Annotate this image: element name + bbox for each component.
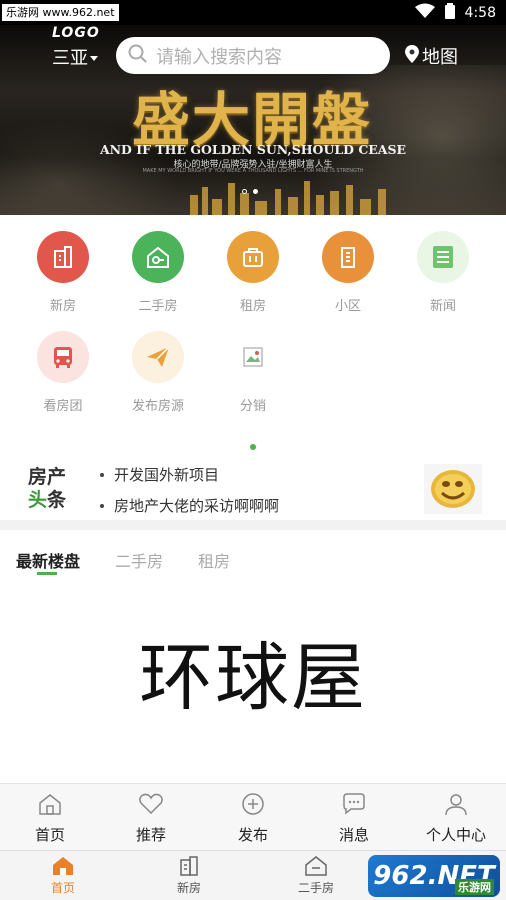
city-label: 三亚 bbox=[52, 48, 88, 69]
search-placeholder: 请输入搜索内容 bbox=[156, 46, 282, 68]
tab-home[interactable]: 首页 bbox=[3, 856, 123, 896]
menu-label: 租房 bbox=[239, 299, 266, 314]
search-icon bbox=[128, 44, 148, 68]
map-button[interactable]: 地图 bbox=[405, 43, 458, 69]
menu-item-distribution[interactable]: 分销 bbox=[213, 331, 293, 414]
rent-icon bbox=[227, 231, 279, 283]
menu-label: 小区 bbox=[334, 299, 361, 314]
menu-item-news[interactable]: 新闻 bbox=[403, 231, 483, 314]
carousel-indicator[interactable] bbox=[242, 189, 258, 194]
nav-label: 个人中心 bbox=[425, 826, 486, 844]
news-thumbnail[interactable] bbox=[424, 464, 482, 514]
caret-down-icon bbox=[90, 56, 98, 61]
status-bar: 乐游网 www.962.net 4:58 bbox=[0, 0, 506, 25]
nav-label: 推荐 bbox=[135, 826, 166, 844]
nav-profile[interactable]: 个人中心 bbox=[406, 792, 506, 845]
menu-page-indicator bbox=[250, 444, 256, 450]
nav-publish[interactable]: 发布 bbox=[203, 792, 303, 845]
search-bar[interactable]: 请输入搜索内容 bbox=[116, 37, 390, 74]
nav-messages[interactable]: 消息 bbox=[304, 792, 404, 845]
map-label: 地图 bbox=[422, 47, 458, 68]
tab-rent[interactable]: 租房 bbox=[198, 548, 230, 572]
banner-tagline-small: MAKE MY WORLD BRIGHT IF YOU WERE A THOUS… bbox=[142, 168, 364, 174]
menu-label: 看房团 bbox=[43, 399, 83, 414]
home-filled-icon bbox=[53, 857, 73, 875]
news-item[interactable]: 开发国外新项目 bbox=[100, 464, 219, 485]
menu-label: 发布房源 bbox=[131, 399, 184, 414]
news-logo-line1: 房产 bbox=[28, 466, 67, 488]
battery-icon bbox=[444, 2, 455, 23]
status-icons: 4:58 bbox=[414, 0, 496, 25]
paper-plane-icon bbox=[132, 331, 184, 383]
bottom-navigation: 首页 推荐 发布 消息 个人中心 bbox=[0, 783, 506, 850]
news-ticker[interactable]: 房产 头条 开发国外新项目 房地产大佬的采访啊啊啊 bbox=[0, 460, 506, 520]
news-item-text: 开发国外新项目 bbox=[114, 466, 220, 484]
news-logo: 房产 头条 bbox=[28, 466, 76, 512]
menu-item-new-house[interactable]: 新房 bbox=[23, 231, 103, 314]
banner-carousel[interactable]: LOGO 三亚 请输入搜索内容 地图 盛大開盤 AND IF THE GOLDE… bbox=[0, 25, 506, 215]
bullet-icon bbox=[100, 503, 104, 508]
active-tab-indicator bbox=[37, 572, 57, 575]
news-icon bbox=[417, 231, 469, 283]
news-logo-char: 条 bbox=[47, 489, 67, 511]
location-pin-icon bbox=[405, 44, 419, 68]
second-hand-house-icon bbox=[132, 231, 184, 283]
news-logo-char: 头 bbox=[28, 489, 48, 511]
plus-circle-icon bbox=[242, 793, 264, 815]
banner-tagline-en: AND IF THE GOLDEN SUN,SHOULD CEASE bbox=[99, 142, 407, 157]
app-logo: LOGO bbox=[52, 25, 100, 41]
menu-label: 分销 bbox=[239, 399, 266, 414]
emoji-face-icon bbox=[431, 470, 475, 508]
tab-second-hand-house[interactable]: 二手房 bbox=[256, 856, 376, 896]
news-item[interactable]: 房地产大佬的采访啊啊啊 bbox=[100, 495, 279, 516]
news-item-text: 房地产大佬的采访啊啊啊 bbox=[114, 497, 280, 515]
carousel-dot-active[interactable] bbox=[253, 189, 258, 194]
menu-item-house-tour[interactable]: 看房团 bbox=[23, 331, 103, 414]
community-icon bbox=[322, 231, 374, 283]
tab-second-hand[interactable]: 二手房 bbox=[115, 548, 163, 572]
broken-image-icon bbox=[227, 331, 279, 383]
tab-new-house[interactable]: 新房 bbox=[129, 856, 249, 896]
menu-label: 新闻 bbox=[429, 299, 456, 314]
nav-label: 首页 bbox=[34, 826, 65, 844]
city-selector[interactable]: 三亚 bbox=[52, 44, 98, 70]
nav-label: 发布 bbox=[237, 826, 268, 844]
chat-icon bbox=[343, 793, 365, 815]
nav-recommend[interactable]: 推荐 bbox=[101, 792, 201, 845]
menu-item-rent[interactable]: 租房 bbox=[213, 231, 293, 314]
new-house-icon bbox=[37, 231, 89, 283]
listing-section: 最新楼盘 二手房 租房 环球屋 bbox=[0, 530, 506, 783]
watermark-label: 乐游网 www.962.net bbox=[2, 4, 119, 21]
tab-label: 二手房 bbox=[297, 881, 334, 895]
building-icon bbox=[180, 856, 198, 876]
menu-item-publish-listing[interactable]: 发布房源 bbox=[118, 331, 198, 414]
watermark-sub: 乐游网 bbox=[455, 879, 494, 895]
menu-item-community[interactable]: 小区 bbox=[308, 231, 388, 314]
house-icon bbox=[305, 856, 327, 876]
nav-label: 消息 bbox=[338, 826, 369, 844]
site-watermark: 962.NET 乐游网 bbox=[368, 855, 500, 897]
clock: 4:58 bbox=[464, 4, 496, 21]
tab-latest-listings[interactable]: 最新楼盘 bbox=[16, 548, 80, 572]
tab-label: 首页 bbox=[50, 881, 75, 895]
home-icon bbox=[39, 794, 61, 815]
bullet-icon bbox=[100, 472, 104, 477]
user-icon bbox=[445, 794, 467, 816]
heart-icon bbox=[139, 793, 163, 815]
menu-label: 二手房 bbox=[138, 299, 178, 314]
news-logo-line2: 头条 bbox=[28, 489, 76, 512]
carousel-dot[interactable] bbox=[242, 189, 247, 194]
category-menu: 新房 二手房 租房 小区 新闻 看房团 发布房源 分销 bbox=[0, 215, 506, 460]
nav-home[interactable]: 首页 bbox=[0, 792, 100, 845]
menu-label: 新房 bbox=[49, 299, 76, 314]
bus-icon bbox=[37, 331, 89, 383]
tab-label: 新房 bbox=[176, 881, 201, 895]
menu-item-second-hand[interactable]: 二手房 bbox=[118, 231, 198, 314]
skyline-graphic bbox=[190, 181, 386, 215]
listing-title[interactable]: 环球屋 bbox=[0, 618, 506, 725]
wifi-icon bbox=[414, 3, 435, 23]
